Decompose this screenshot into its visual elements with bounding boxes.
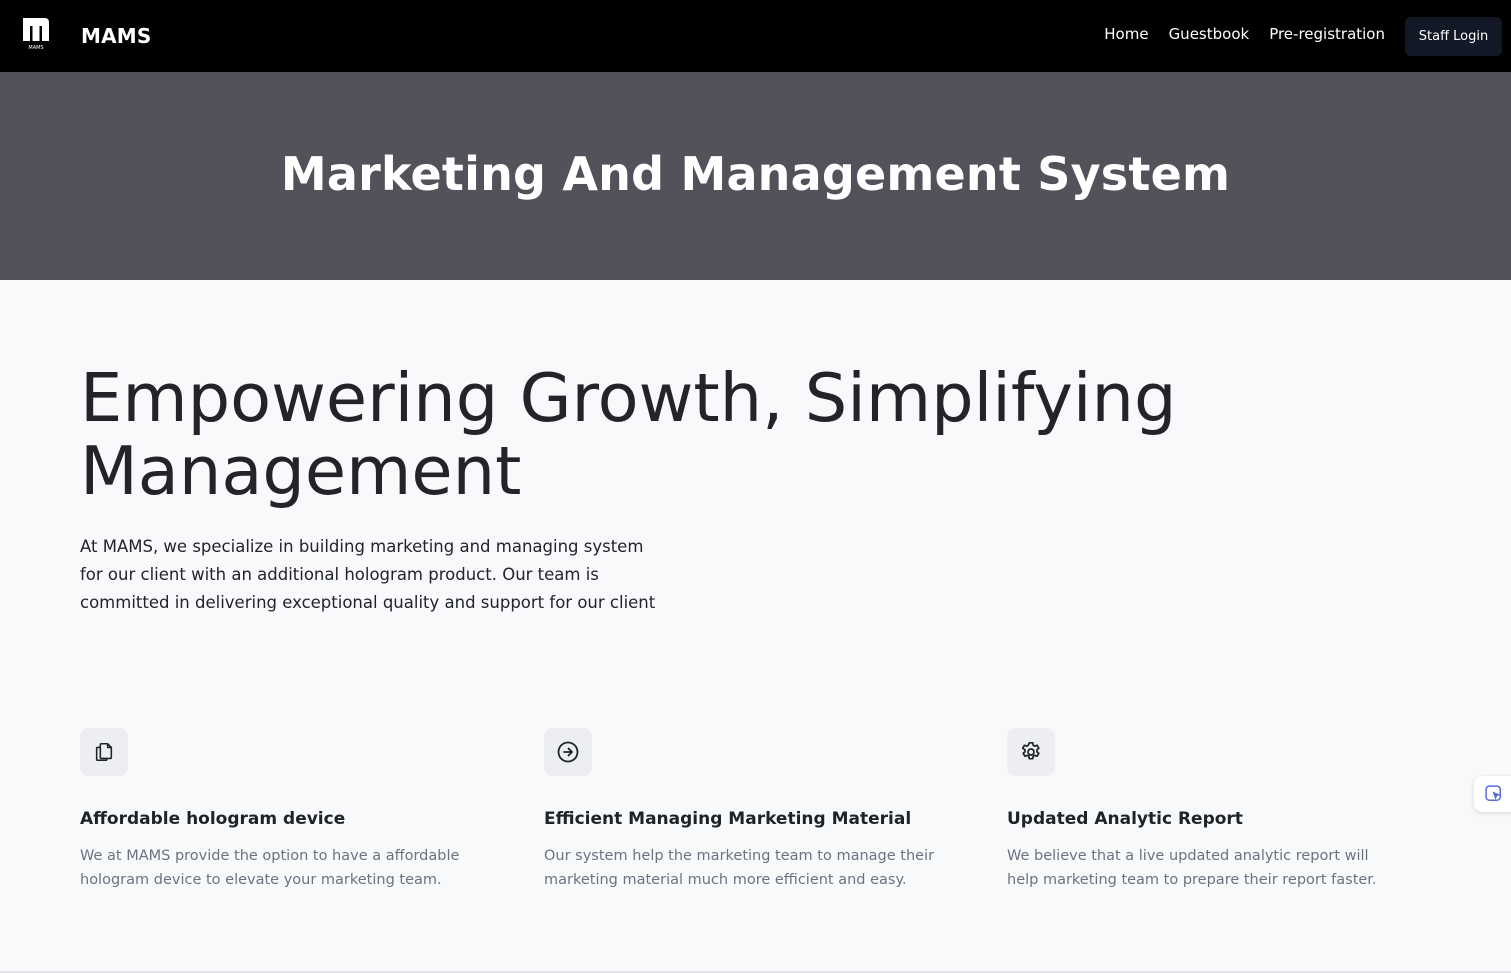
gear-icon xyxy=(1007,728,1055,776)
nav-link-guestbook[interactable]: Guestbook xyxy=(1169,25,1250,43)
hero-banner: Marketing And Management System xyxy=(0,72,1511,280)
hero-title: Marketing And Management System xyxy=(280,147,1231,201)
navbar: MAMS MAMS Home Guestbook Pre-registratio… xyxy=(0,0,1511,72)
floating-widget-button[interactable] xyxy=(1474,776,1511,812)
feature-title: Updated Analytic Report xyxy=(1007,809,1243,829)
nav-links: Home Guestbook Pre-registration xyxy=(1104,25,1385,43)
feature-description: We at MAMS provide the option to have a … xyxy=(80,848,460,888)
feature-card-marketing-material: Efficient Managing Marketing Material Ou… xyxy=(544,728,944,892)
feature-description: Our system help the marketing team to ma… xyxy=(544,848,935,888)
feature-card-hologram: Affordable hologram device We at MAMS pr… xyxy=(80,728,480,892)
brand-name[interactable]: MAMS xyxy=(81,24,152,48)
logo-caption: MAMS xyxy=(28,45,43,51)
mams-logo[interactable]: MAMS xyxy=(22,17,50,51)
staff-login-button[interactable]: Staff Login xyxy=(1405,17,1502,56)
feature-title: Affordable hologram device xyxy=(80,809,346,829)
intro-paragraph: At MAMS, we specialize in building marke… xyxy=(80,537,656,612)
cursor-icon xyxy=(1485,785,1501,801)
nav-link-pre-registration[interactable]: Pre-registration xyxy=(1269,25,1385,43)
feature-card-analytic-report: Updated Analytic Report We believe that … xyxy=(1007,728,1407,892)
documents-icon xyxy=(80,728,128,776)
nav-link-home[interactable]: Home xyxy=(1104,25,1148,43)
feature-description: We believe that a live updated analytic … xyxy=(1007,848,1377,888)
main-heading: Empowering Growth, Simplifying Managemen… xyxy=(80,359,1177,510)
feature-title: Efficient Managing Marketing Material xyxy=(544,809,912,829)
arrow-circle-right-icon xyxy=(544,728,592,776)
